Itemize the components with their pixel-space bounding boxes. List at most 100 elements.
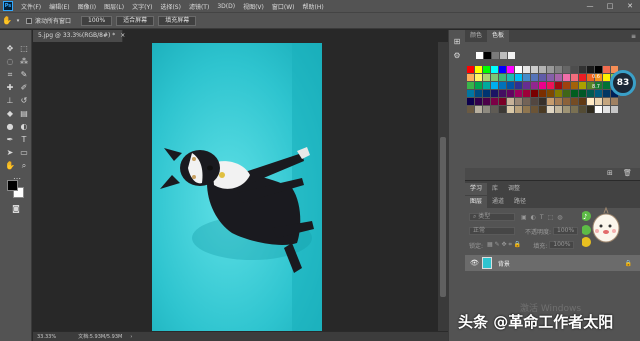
scrollbar-thumb[interactable] xyxy=(440,137,446,297)
hand-tool-preset-icon[interactable]: ✋ xyxy=(0,16,14,25)
healing-brush-icon[interactable]: ✚ xyxy=(4,82,16,94)
color-swatch[interactable] xyxy=(515,82,522,89)
recent-swatch[interactable] xyxy=(484,52,491,59)
color-swatch[interactable] xyxy=(563,66,570,73)
color-swatch[interactable] xyxy=(547,66,554,73)
marquee-icon[interactable]: ⬚ xyxy=(18,43,30,55)
tab-paths[interactable]: 路径 xyxy=(509,196,531,208)
history-panel-icon[interactable]: ⊞ xyxy=(451,36,463,48)
menu-edit[interactable]: 编辑(E) xyxy=(45,2,73,11)
status-arrow-icon[interactable]: › xyxy=(130,334,132,340)
color-swatch[interactable] xyxy=(579,90,586,97)
color-swatch[interactable] xyxy=(595,106,602,113)
color-swatch[interactable] xyxy=(587,106,594,113)
hand-icon[interactable]: ✋ xyxy=(4,160,16,172)
color-swatch[interactable] xyxy=(523,74,530,81)
color-swatch[interactable] xyxy=(499,106,506,113)
menu-layer[interactable]: 图层(L) xyxy=(100,2,128,11)
filter-smart-icon[interactable]: ◍ xyxy=(557,214,562,221)
color-swatch[interactable] xyxy=(483,74,490,81)
gradient-icon[interactable]: ▤ xyxy=(18,108,30,120)
color-swatch[interactable] xyxy=(467,74,474,81)
color-swatch[interactable] xyxy=(587,98,594,105)
move-icon[interactable]: ✥ xyxy=(4,43,16,55)
layer-name[interactable]: 背景 xyxy=(498,259,510,268)
menu-select[interactable]: 选择(S) xyxy=(156,2,185,11)
foreground-color-swatch[interactable] xyxy=(7,180,18,191)
color-swatch[interactable] xyxy=(571,106,578,113)
pen-icon[interactable]: ✒ xyxy=(4,134,16,146)
menu-view[interactable]: 视图(V) xyxy=(239,2,268,11)
color-swatch[interactable] xyxy=(467,66,474,73)
color-swatch[interactable] xyxy=(507,82,514,89)
color-swatch[interactable] xyxy=(571,82,578,89)
color-swatch[interactable] xyxy=(571,90,578,97)
menu-image[interactable]: 图像(I) xyxy=(74,2,100,11)
color-swatch[interactable] xyxy=(555,66,562,73)
tab-libraries[interactable]: 库 xyxy=(487,183,503,195)
zoom-field[interactable]: 100% xyxy=(81,15,113,26)
fit-screen-button[interactable]: 适合屏幕 xyxy=(116,15,155,26)
color-swatch[interactable] xyxy=(579,98,586,105)
close-button[interactable]: ✕ xyxy=(620,2,640,10)
color-swatch[interactable] xyxy=(467,90,474,97)
color-swatch[interactable] xyxy=(507,98,514,105)
color-swatch[interactable] xyxy=(547,98,554,105)
properties-panel-icon[interactable]: ⚙ xyxy=(451,50,463,62)
eyedropper-icon[interactable]: ✎ xyxy=(18,69,30,81)
document-image[interactable] xyxy=(152,43,322,333)
color-swatch[interactable] xyxy=(483,66,490,73)
quick-mask-icon[interactable]: ◙ xyxy=(10,203,22,215)
brush-icon[interactable]: ✐ xyxy=(18,82,30,94)
color-swatch[interactable] xyxy=(515,90,522,97)
color-swatch[interactable] xyxy=(563,74,570,81)
color-swatch[interactable] xyxy=(515,74,522,81)
color-swatch[interactable] xyxy=(491,98,498,105)
color-swatch[interactable] xyxy=(507,106,514,113)
type-icon[interactable]: T xyxy=(18,134,30,146)
color-swatch[interactable] xyxy=(491,66,498,73)
color-swatch[interactable] xyxy=(491,82,498,89)
color-swatch[interactable] xyxy=(523,82,530,89)
blend-mode-select[interactable]: 正常 xyxy=(469,227,515,235)
color-swatch[interactable] xyxy=(523,90,530,97)
color-swatch[interactable] xyxy=(579,66,586,73)
color-swatch[interactable] xyxy=(539,74,546,81)
color-swatch[interactable] xyxy=(571,98,578,105)
color-swatch[interactable] xyxy=(467,106,474,113)
color-swatch[interactable] xyxy=(547,106,554,113)
tab-adjustments[interactable]: 调整 xyxy=(503,183,525,195)
color-swatch[interactable] xyxy=(507,66,514,73)
color-swatch[interactable] xyxy=(475,106,482,113)
menu-help[interactable]: 帮助(H) xyxy=(299,2,328,11)
eraser-icon[interactable]: ◆ xyxy=(4,108,16,120)
history-brush-icon[interactable]: ↺ xyxy=(18,95,30,107)
document-tab[interactable]: 5.jpg @ 33.3%(RGB/8#) * × xyxy=(33,30,125,42)
menu-filter[interactable]: 滤镜(T) xyxy=(185,2,213,11)
recent-swatch[interactable] xyxy=(508,52,515,59)
color-swatch[interactable] xyxy=(483,106,490,113)
color-swatch[interactable] xyxy=(499,74,506,81)
color-swatch[interactable] xyxy=(579,82,586,89)
color-swatch[interactable] xyxy=(563,90,570,97)
color-swatch[interactable] xyxy=(547,74,554,81)
color-swatch[interactable] xyxy=(611,106,618,113)
color-swatch[interactable] xyxy=(579,74,586,81)
color-swatch[interactable] xyxy=(475,74,482,81)
color-swatch[interactable] xyxy=(563,82,570,89)
color-swatch[interactable] xyxy=(515,106,522,113)
menu-3d[interactable]: 3D(D) xyxy=(213,3,239,10)
menu-file[interactable]: 文件(F) xyxy=(17,2,45,11)
filter-shape-icon[interactable]: ⬚ xyxy=(548,214,554,221)
color-swatch[interactable] xyxy=(523,66,530,73)
color-swatch[interactable] xyxy=(555,90,562,97)
color-swatch[interactable] xyxy=(611,98,618,105)
color-swatch[interactable] xyxy=(547,90,554,97)
color-swatch[interactable] xyxy=(563,106,570,113)
color-swatch[interactable] xyxy=(571,66,578,73)
lasso-icon[interactable]: ◌ xyxy=(4,56,16,68)
recent-swatch[interactable] xyxy=(500,52,507,59)
maximize-button[interactable]: □ xyxy=(600,2,620,10)
lock-icons[interactable]: ▦ ✎ ✥ ⌗ 🔒 xyxy=(487,241,521,249)
fill-screen-button[interactable]: 填充屏幕 xyxy=(158,15,197,26)
